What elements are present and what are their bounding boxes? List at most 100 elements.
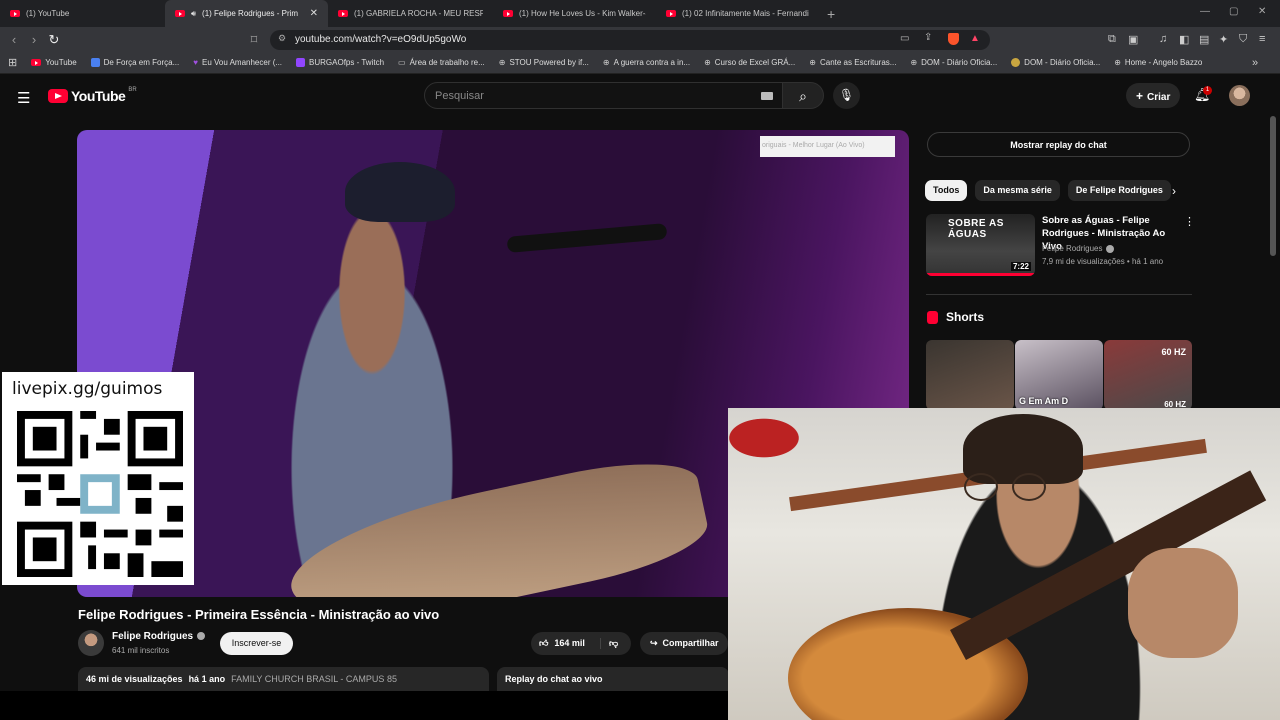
recommended-channel[interactable]: Felipe Rodrigues bbox=[1042, 244, 1115, 253]
youtube-favicon-icon bbox=[175, 10, 185, 17]
bookmark-label: A guerra contra a in... bbox=[613, 58, 691, 67]
bookmark-label: YouTube bbox=[45, 58, 77, 67]
chevron-right-icon[interactable]: › bbox=[1172, 184, 1176, 198]
globe-icon: ⊕ bbox=[602, 58, 610, 67]
brave-shield-icon[interactable] bbox=[948, 33, 959, 45]
globe-icon: ⊕ bbox=[1114, 58, 1121, 67]
chip-from-channel[interactable]: De Felipe Rodrigues bbox=[1067, 180, 1171, 201]
bookmark-page-icon[interactable]: ⌑ bbox=[244, 32, 264, 48]
apps-grid-icon[interactable]: ⊞ bbox=[8, 56, 17, 69]
reload-icon[interactable]: ↻ bbox=[44, 32, 64, 48]
bookmark-item[interactable]: BURGAOfps - Twitch bbox=[296, 58, 384, 67]
filter-chips: Todos Da mesma série De Felipe Rodrigues bbox=[925, 180, 1171, 201]
video-duration: 7:22 bbox=[1010, 262, 1031, 271]
url-bar[interactable]: ⚙ youtube.com/watch?v=eO9dUp5goWo ▭ ⇪ ▲ bbox=[270, 30, 990, 50]
tab-label: (1) GABRIELA ROCHA - MEU RESPIRA bbox=[354, 9, 483, 18]
speaker-icon: 🔊︎ bbox=[191, 8, 197, 18]
bookmark-item[interactable]: ♥ Eu Vou Amanhecer (... bbox=[193, 58, 282, 67]
install-icon[interactable]: ▭ bbox=[900, 33, 909, 44]
maximize-icon[interactable]: ▢ bbox=[1229, 6, 1238, 17]
minimize-icon[interactable]: — bbox=[1200, 6, 1210, 17]
like-button[interactable]: 👍︎ 164 mil bbox=[531, 638, 601, 649]
bookmarks-bar: ⊞ YouTube De Força em Força... ♥ Eu Vou A… bbox=[0, 52, 1280, 74]
close-window-icon[interactable]: ✕ bbox=[1258, 6, 1266, 17]
url-text: youtube.com/watch?v=eO9dUp5goWo bbox=[295, 34, 467, 45]
more-options-icon[interactable]: ⋮ bbox=[1184, 215, 1195, 228]
create-button[interactable]: + Criar bbox=[1126, 83, 1180, 108]
menu-icon[interactable]: ≡ bbox=[1259, 33, 1265, 45]
globe-icon: ⊕ bbox=[910, 58, 918, 67]
tab-infinitamente-mais[interactable]: (1) 02 Infinitamente Mais - Fernandi bbox=[656, 0, 819, 27]
voice-search-button[interactable]: 🎙︎ bbox=[833, 82, 860, 109]
channel-avatar[interactable] bbox=[78, 630, 104, 656]
recommended-channel-text: Felipe Rodrigues bbox=[1042, 244, 1103, 253]
channel-name[interactable]: Felipe Rodrigues bbox=[112, 631, 206, 642]
description-box[interactable]: 46 mi de visualizações há 1 ano FAMILY CHU… bbox=[78, 667, 489, 691]
bookmark-item[interactable]: ⊕ Cante as Escrituras... bbox=[809, 58, 896, 67]
short-label: G Em Am D bbox=[1019, 396, 1069, 406]
stream-caption-overlay: origuais - Melhor Lugar (Ao Vivo) bbox=[760, 136, 895, 157]
tab-how-he-loves-us[interactable]: (1) How He Loves Us - Kim Walker-Sm bbox=[493, 0, 656, 27]
bookmark-item[interactable]: ⊕ A guerra contra a in... bbox=[603, 58, 690, 67]
music-icon[interactable]: ♫ bbox=[1159, 33, 1167, 45]
page-scrollbar[interactable] bbox=[1270, 116, 1276, 256]
chat-replay-header[interactable]: Replay do chat ao vivo bbox=[497, 667, 729, 691]
webcam-overlay bbox=[728, 408, 1280, 720]
tab-youtube[interactable]: (1) YouTube bbox=[0, 0, 165, 27]
close-tab-icon[interactable]: ✕ bbox=[310, 8, 318, 19]
chip-all[interactable]: Todos bbox=[925, 180, 968, 201]
extensions-icon[interactable]: ⧉ bbox=[1108, 33, 1116, 46]
share-page-icon[interactable]: ⇪ bbox=[924, 32, 932, 43]
search-input[interactable]: Pesquisar bbox=[424, 82, 786, 109]
dislike-button[interactable]: 👎︎ bbox=[601, 638, 618, 649]
bookmark-item[interactable]: ⊕ DOM - Diário Oficia... bbox=[910, 58, 997, 67]
tab-gabriela-rocha[interactable]: (1) GABRIELA ROCHA - MEU RESPIRA bbox=[328, 0, 493, 27]
youtube-favicon-icon bbox=[503, 10, 513, 17]
youtube-logo[interactable]: YouTube BR bbox=[48, 87, 137, 104]
tab-felipe-rodrigues[interactable]: 🔊︎ (1) Felipe Rodrigues - Primeira ✕ bbox=[165, 0, 328, 27]
search-button[interactable]: ⌕ bbox=[782, 82, 824, 109]
bookmark-item[interactable]: ⊕ Home - Angelo Bazzo bbox=[1114, 58, 1202, 67]
bookmark-label: Cante as Escrituras... bbox=[819, 58, 897, 67]
bookmark-item[interactable]: De Força em Força... bbox=[90, 58, 179, 67]
tab-label: (1) How He Loves Us - Kim Walker-Sm bbox=[519, 9, 646, 18]
bookmark-item[interactable]: ⊕ STOU Powered by if... bbox=[499, 58, 589, 67]
logo-region: BR bbox=[128, 87, 137, 93]
vpn-icon[interactable]: ⛉ bbox=[1239, 33, 1247, 46]
show-chat-replay-button[interactable]: Mostrar replay do chat bbox=[927, 132, 1190, 157]
wallet-icon[interactable]: ▤ bbox=[1199, 33, 1209, 46]
tab-label: (1) 02 Infinitamente Mais - Fernandi bbox=[682, 9, 809, 18]
short-item[interactable]: 60 HZ 60 HZ bbox=[1104, 340, 1192, 410]
share-button[interactable]: ↪ Compartilhar bbox=[640, 632, 728, 655]
short-item[interactable] bbox=[926, 340, 1014, 410]
view-count: 46 mi de visualizações bbox=[86, 674, 183, 684]
bookmark-item[interactable]: DOM - Diário Oficia... bbox=[1011, 58, 1100, 67]
bookmark-label: Eu Vou Amanhecer (... bbox=[201, 58, 283, 67]
qr-code-icon bbox=[17, 411, 183, 577]
forward-icon[interactable]: › bbox=[24, 32, 44, 47]
user-avatar[interactable] bbox=[1229, 85, 1250, 106]
leo-icon[interactable]: ✦ bbox=[1219, 33, 1228, 46]
bookmark-item[interactable]: ⊕ Curso de Excel GRÁ... bbox=[704, 58, 795, 67]
chip-same-series[interactable]: Da mesma série bbox=[975, 180, 1060, 201]
more-bookmarks-icon[interactable]: » bbox=[1252, 57, 1258, 69]
brave-rewards-icon[interactable]: ▲ bbox=[970, 33, 980, 44]
new-tab-button[interactable]: + bbox=[819, 6, 843, 22]
youtube-favicon-icon bbox=[338, 10, 348, 17]
bookmark-item[interactable]: YouTube bbox=[31, 58, 77, 67]
search-icon: ⌕ bbox=[799, 88, 807, 104]
sidebar-icon[interactable]: ◧ bbox=[1179, 33, 1189, 46]
short-item[interactable]: G Em Am D bbox=[1015, 340, 1103, 410]
keyboard-icon[interactable] bbox=[761, 92, 773, 100]
plus-icon: + bbox=[1136, 89, 1144, 103]
youtube-favicon-icon bbox=[666, 10, 676, 17]
microphone-icon: 🎙︎ bbox=[838, 88, 855, 102]
bookmark-item[interactable]: ▭ Área de trabalho re... bbox=[398, 58, 485, 67]
screenshot-icon[interactable]: ▣ bbox=[1128, 33, 1138, 46]
hamburger-menu-icon[interactable]: ☰ bbox=[17, 89, 30, 107]
verified-icon bbox=[197, 632, 206, 641]
recommended-video-thumbnail[interactable]: SOBRE AS ÁGUAS 7:22 bbox=[926, 214, 1035, 276]
site-info-icon[interactable]: ⚙ bbox=[278, 33, 286, 44]
subscribe-button[interactable]: Inscrever-se bbox=[220, 632, 293, 655]
back-icon[interactable]: ‹ bbox=[4, 32, 24, 47]
